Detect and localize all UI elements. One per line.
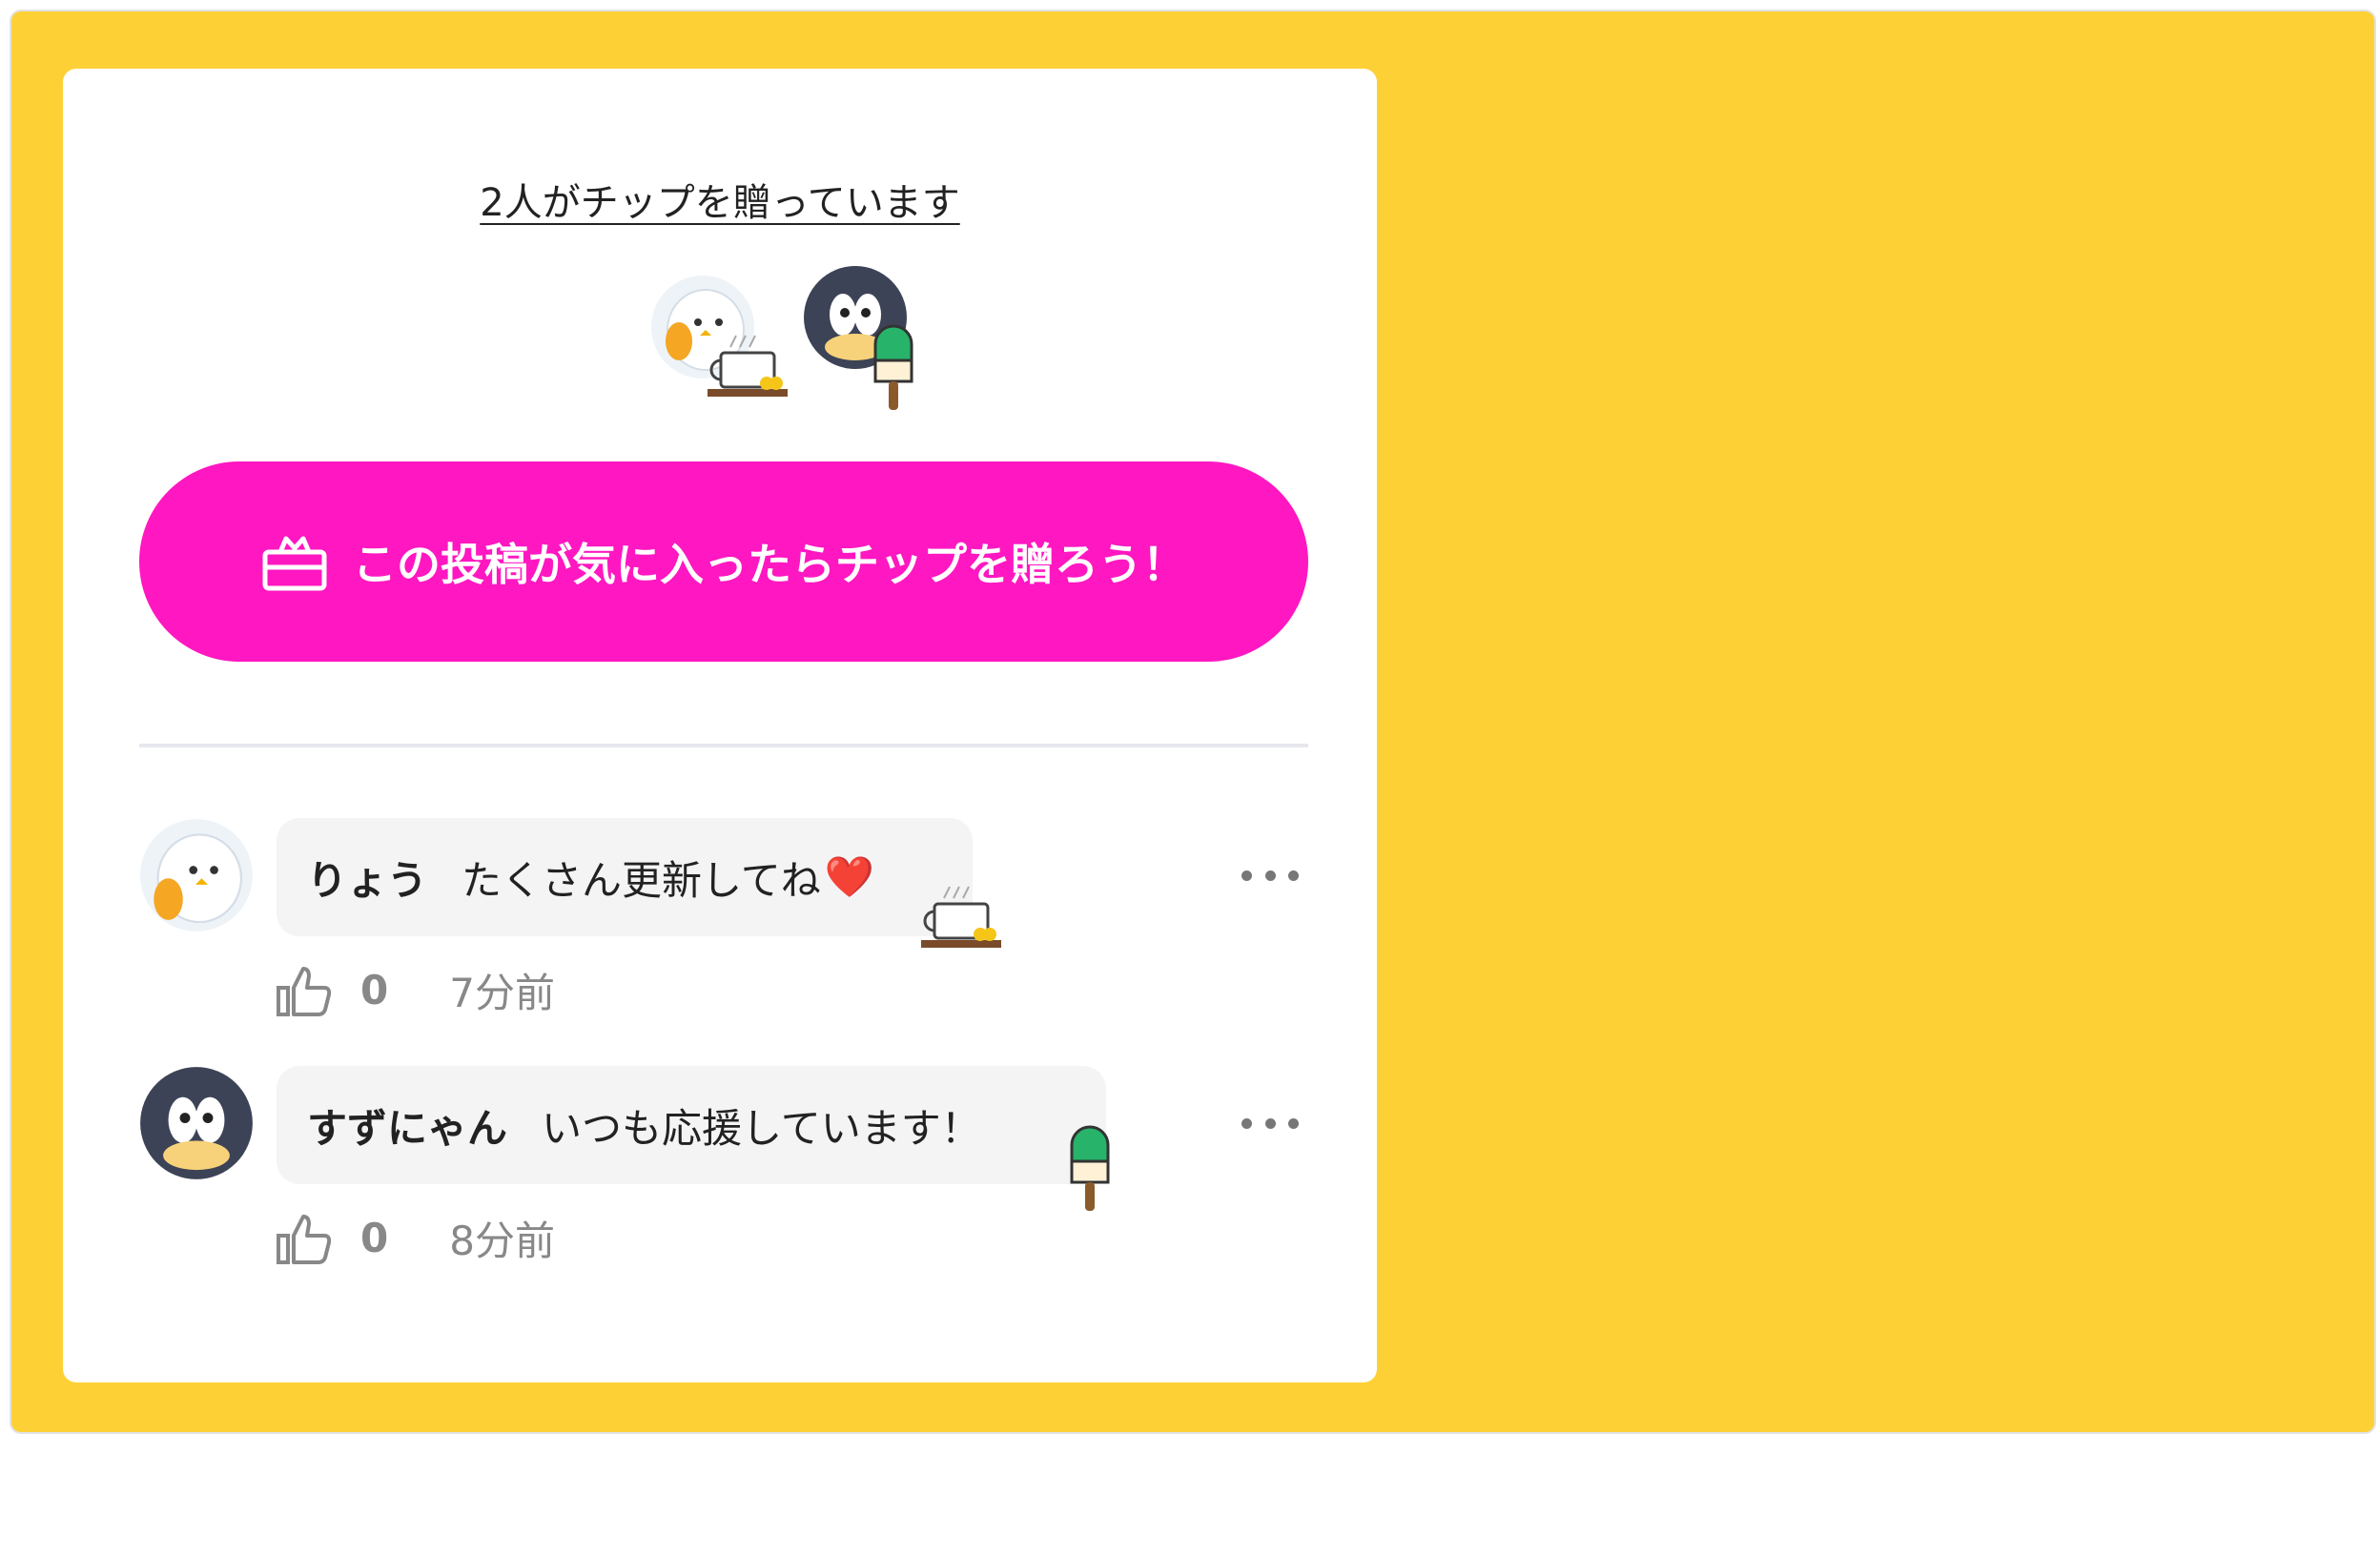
like-button[interactable]: 0 xyxy=(277,1213,449,1264)
gift-icon xyxy=(262,536,327,591)
like-count: 0 xyxy=(360,1215,389,1261)
bird-avatar-icon[interactable] xyxy=(139,818,254,932)
comment-author[interactable]: りょう xyxy=(307,849,427,907)
comment-timestamp: 8分前 xyxy=(449,1218,555,1264)
comment-item: りょう たくさん更新してね ❤️ 0 7分前 xyxy=(139,818,1308,1016)
coffee-sticker-icon xyxy=(912,883,1007,959)
popsicle-sticker-icon xyxy=(870,322,917,414)
comment-text: いつも応援しています！ xyxy=(542,1104,981,1152)
send-tip-label: この投稿が気に入ったらチップを贈ろう！ xyxy=(353,539,1186,590)
comment-meta: 0 8分前 xyxy=(277,1209,555,1267)
comment-item: すずにゃん いつも応援しています！ 0 8分前 xyxy=(139,1066,1308,1264)
send-tip-button[interactable]: この投稿が気に入ったらチップを贈ろう！ xyxy=(139,461,1308,662)
tip-comment-card: 2人がチップを贈っています この投稿が気に入ったらチップを贈ろう！ りょう たく… xyxy=(63,69,1377,1382)
like-button[interactable]: 0 xyxy=(277,965,449,1016)
coffee-sticker-icon xyxy=(698,332,793,408)
tippers-summary: 2人がチップを贈っています xyxy=(63,172,1377,227)
penguin-avatar-icon[interactable] xyxy=(139,1066,254,1180)
comment-author[interactable]: すずにゃん xyxy=(307,1096,507,1155)
divider xyxy=(139,744,1308,747)
page-background: 2人がチップを贈っています この投稿が気に入ったらチップを贈ろう！ りょう たく… xyxy=(10,10,2376,1434)
comment-bubble: すずにゃん いつも応援しています！ xyxy=(277,1066,1106,1184)
tippers-link[interactable]: 2人がチップを贈っています xyxy=(480,181,959,225)
thumbs-up-icon xyxy=(277,1214,332,1264)
comment-text: たくさん更新してね xyxy=(462,856,821,904)
comment-timestamp: 7分前 xyxy=(449,970,555,1016)
more-options-icon[interactable] xyxy=(1241,856,1299,894)
tipper-avatar-group xyxy=(593,265,913,410)
thumbs-up-icon xyxy=(277,966,332,1016)
like-count: 0 xyxy=(360,967,389,1013)
heart-emoji: ❤️ xyxy=(824,853,875,900)
more-options-icon[interactable] xyxy=(1241,1104,1299,1142)
popsicle-sticker-icon xyxy=(1066,1123,1114,1215)
comment-bubble: りょう たくさん更新してね ❤️ xyxy=(277,818,973,936)
comment-meta: 0 7分前 xyxy=(277,961,555,1019)
